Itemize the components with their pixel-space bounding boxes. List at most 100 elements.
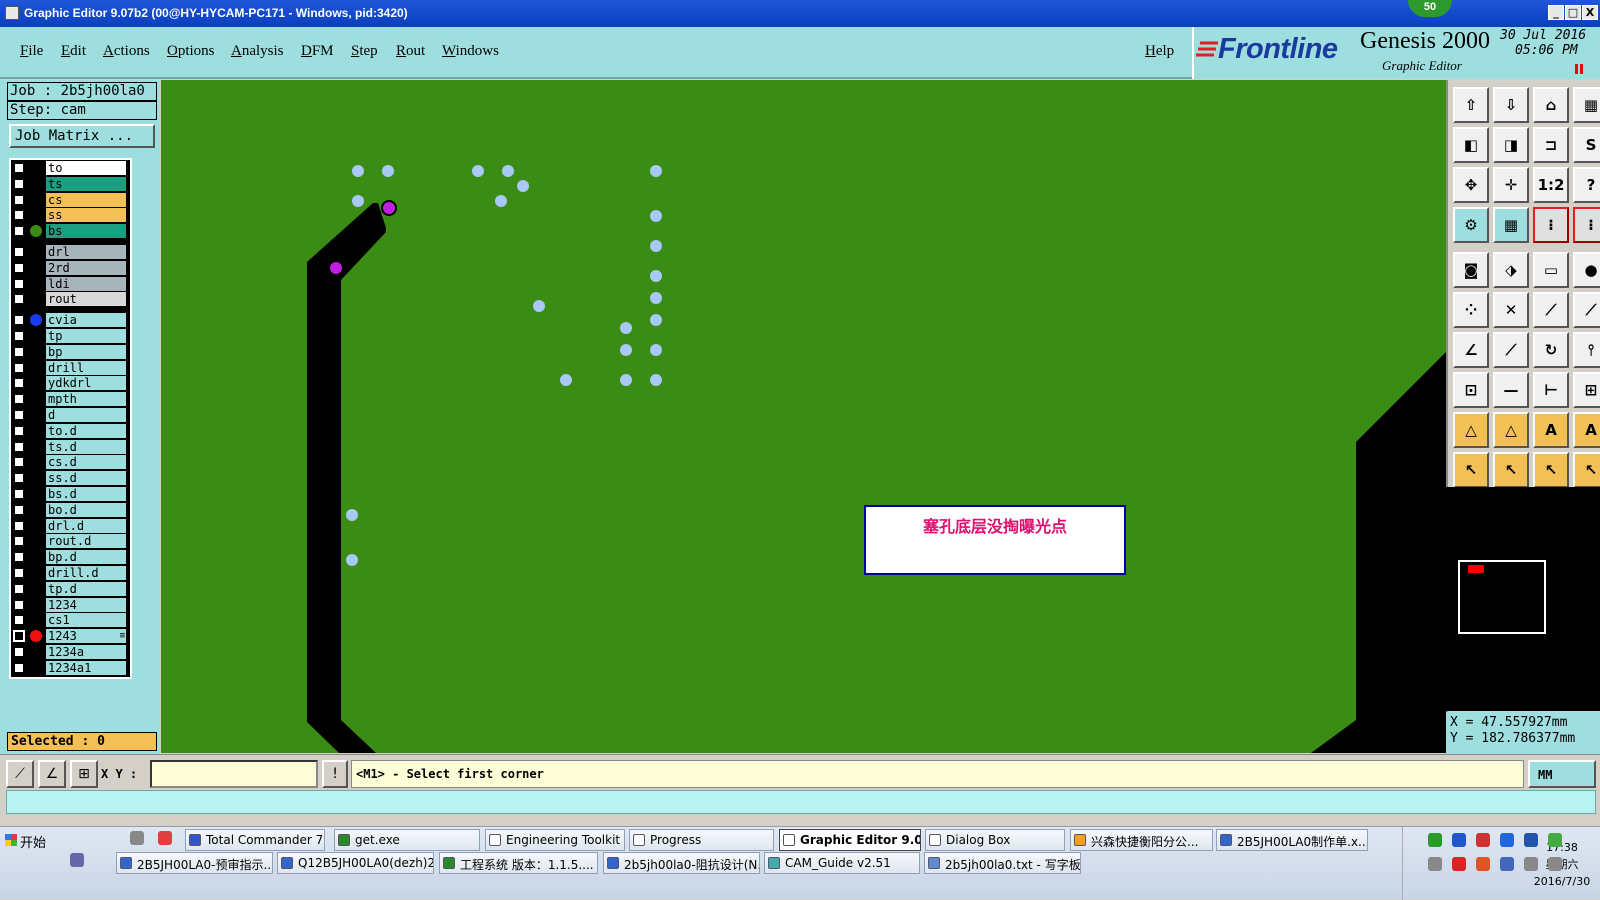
menu-file[interactable]: File [20,43,43,60]
scale-icon[interactable]: 1:2 [1533,167,1569,203]
layer-checkbox[interactable] [14,662,24,673]
layer-checkbox[interactable] [14,615,24,626]
alert-icon[interactable]: ! [322,760,348,788]
graphic-canvas[interactable] [161,80,1446,753]
grid-snap-icon[interactable]: ⊞ [70,760,98,788]
maximize-button[interactable]: □ [1565,5,1581,20]
layer-name[interactable]: tp [46,329,126,343]
layer-name[interactable]: drl [46,245,126,259]
cross-icon[interactable]: ✕ [1493,292,1529,328]
pan-left-icon[interactable]: ◧ [1453,127,1489,163]
layer-checkbox[interactable] [14,194,24,205]
tray-icon[interactable] [1476,833,1490,847]
taskbar-button[interactable]: 2B5JH00LA0-预审指示.... [116,852,273,874]
layer-row-drill[interactable]: drill [11,360,130,375]
layer-row-ss.d[interactable]: ss.d [11,471,130,486]
layer-name[interactable]: 2rd [46,260,126,275]
layer-name[interactable]: drill [46,360,126,375]
layer-checkbox[interactable] [14,178,24,189]
layer-checkbox[interactable] [14,294,24,305]
layer-checkbox[interactable] [14,473,24,484]
line-icon[interactable]: ⟋ [1533,292,1569,328]
layer-row-tp[interactable]: tp [11,329,130,343]
pointer-icon[interactable]: ↖ [1453,452,1489,488]
tray-icon[interactable] [1524,857,1538,871]
layer-name[interactable]: bp [46,344,126,359]
layer-checkbox[interactable] [14,226,24,237]
layer-row-mpth[interactable]: mpth [11,392,130,407]
layer-row-cs1[interactable]: cs1 [11,613,130,628]
menu-edit[interactable]: Edit [61,43,86,60]
layer-checkbox[interactable] [14,346,24,357]
layer-name[interactable]: bp.d [46,550,126,565]
pan-right-icon[interactable]: ◨ [1493,127,1529,163]
units-selector[interactable]: MM [1528,760,1596,788]
taskbar-button[interactable]: CAM_Guide v2.51 [764,852,920,874]
layer-name[interactable]: rout.d [46,534,126,549]
pointer3-icon[interactable]: ↖ [1533,452,1569,488]
layer-name[interactable]: ydkdrl [46,376,126,391]
tray-icon[interactable] [1548,833,1562,847]
quick-launch-icon[interactable] [158,831,172,845]
layer-checkbox[interactable] [14,315,24,326]
layer-row-bs[interactable]: bs [11,224,130,239]
layer-name[interactable]: bo.d [46,502,126,517]
measure-icon[interactable]: ∠ [38,760,66,788]
layer-name[interactable]: cs.d [46,455,126,470]
taskbar-button[interactable]: Graphic Editor 9.07... [779,829,921,851]
layer-row-1234a1[interactable]: 1234a1 [11,660,130,675]
xy-input[interactable] [150,760,318,788]
tray-icon[interactable] [1452,857,1466,871]
grid-icon[interactable]: ▦ [1493,207,1529,243]
layer-row-2rd[interactable]: 2rd [11,260,130,275]
layer-name[interactable]: d [46,408,126,422]
layer-name[interactable]: cs [46,192,126,207]
layer-row-cvia[interactable]: cvia [11,313,130,328]
annotation-note[interactable]: 塞孔底层没掏曝光点 [864,505,1126,575]
angle-icon[interactable]: ∠ [1453,332,1489,368]
arc-icon[interactable]: ↻ [1533,332,1569,368]
group-icon[interactable]: ⊞ [1573,372,1600,408]
layer-row-cs[interactable]: cs [11,192,130,207]
start-button[interactable]: 开始 [2,829,52,851]
layer-checkbox[interactable] [14,520,24,531]
layer-checkbox[interactable] [14,247,24,257]
menu-rout[interactable]: Rout [396,43,425,60]
layer-name[interactable]: ts.d [46,439,126,454]
layer-row-to.d[interactable]: to.d [11,423,130,438]
layer-name[interactable]: ts [46,176,126,191]
move-icon[interactable]: ⬗ [1493,252,1529,288]
tray-icon[interactable] [1428,857,1442,871]
menu-dfm[interactable]: DFM [301,43,334,60]
layer-name[interactable]: to [46,161,126,175]
clock[interactable]: 17:38 星期六 2016/7/30 [1532,839,1592,890]
layer-name[interactable]: mpth [46,392,126,407]
taskbar-button[interactable]: 2b5jh00la0-阻抗设计(N... [603,852,760,874]
quick-launch-icon[interactable] [70,853,84,867]
fit-icon[interactable]: ✥ [1453,167,1489,203]
layer-row-cs.d[interactable]: cs.d [11,455,130,470]
taskbar-button[interactable]: Engineering Toolkit 9.... [485,829,625,851]
layer-checkbox[interactable] [14,489,24,499]
layer-checkbox[interactable] [14,378,24,389]
pan-icon[interactable]: ⊐ [1533,127,1569,163]
layer-checkbox[interactable] [14,647,24,657]
layer-row-to[interactable]: to [11,161,130,175]
layer-name[interactable]: 1234a [46,645,126,659]
layer-red2-icon[interactable]: ⁝ [1573,207,1600,243]
layer-checkbox[interactable] [14,504,24,515]
snap-s-icon[interactable]: S [1573,127,1600,163]
layer-name[interactable]: ss.d [46,471,126,486]
pointer4-icon[interactable]: ↖ [1573,452,1600,488]
measure-icon[interactable]: ⊢ [1533,372,1569,408]
quick-launch-icon[interactable] [130,831,144,845]
zoom-in-icon[interactable]: ✛ [1493,167,1529,203]
layer-checkbox[interactable] [14,210,24,221]
layer-name[interactable]: cs1 [46,613,126,628]
connect-icon[interactable]: ⁘ [1453,292,1489,328]
layer-red-icon[interactable]: ⁝ [1533,207,1569,243]
snap-icon[interactable]: ⟋ [6,760,34,788]
layer-name[interactable]: tp.d [46,581,126,596]
zoom-home-icon[interactable]: ⇧ [1453,87,1489,123]
slash-icon[interactable]: ⟋ [1493,332,1529,368]
